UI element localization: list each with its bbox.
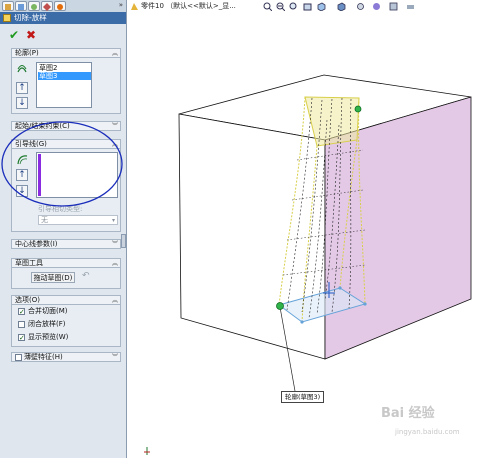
collapse-icon: ︽ [111,260,118,267]
expand-icon: ︾ [111,241,118,248]
dimxpert-tab[interactable] [41,1,53,11]
sketch-tools-body: 拖动草图(D) ↶ [11,268,121,289]
show-preview-checkbox[interactable]: ✓ [18,334,25,342]
feature-title-bar: 切除-放样 [0,12,126,24]
profiles-list[interactable]: 草图2 草图3 [36,62,92,108]
profiles-section-title: 轮廓(P) [15,49,39,57]
profile-corner-point [363,302,367,306]
watermark-url: jingyan.baidu.com [395,428,460,436]
profiles-section-body: ↑ ↓ 草图2 草图3 [11,58,121,114]
profile-corner-point [300,320,304,324]
cut-loft-icon [3,14,11,22]
move-down-button[interactable]: ↓ [16,97,28,109]
dimxpert-icon [43,3,51,11]
move-up-button[interactable]: ↑ [16,82,28,94]
feature-manager-tab[interactable] [2,1,14,11]
chevron-down-icon: ▾ [111,217,115,224]
collapse-icon: ︽ [111,297,118,304]
thin-feature-checkbox[interactable] [15,354,22,361]
feature-title: 切除-放样 [14,13,47,22]
show-preview-label: 显示预览(W) [28,333,69,341]
thin-feature-title: 薄壁特征(H) [24,353,63,361]
options-title: 选项(O) [15,296,40,304]
ok-button[interactable]: ✔ [9,28,19,42]
profiles-section-header[interactable]: 轮廓(P) ︽ [11,48,121,58]
options-header[interactable]: 选项(O) ︽ [11,295,121,305]
property-manager-icon [18,4,24,10]
panel-splitter[interactable] [121,234,126,248]
configuration-manager-tab[interactable] [28,1,40,11]
property-manager-panel: » 切除-放样 ✔ ✖ 轮廓(P) ︽ ↑ ↓ 草图2 草图3 起始/结束约束(… [0,0,127,458]
profile-point-top [354,105,362,113]
property-manager-tab[interactable] [15,1,27,11]
profile-item-selected[interactable]: 草图3 [38,72,91,80]
profile-point-bottom [276,302,284,310]
centerline-parameters-header[interactable]: 中心线参数(I) ︾ [11,239,121,249]
centerline-parameters-title: 中心线参数(I) [15,240,58,248]
guide-tangency-type-value: 无 [41,216,48,224]
close-loft-label: 闭合放样(F) [28,320,66,328]
close-loft-checkbox[interactable] [18,321,25,328]
drag-sketch-button[interactable]: 拖动草图(D) [31,272,75,283]
thin-feature-header[interactable]: 薄壁特征(H) ︾ [11,352,121,362]
feature-manager-icon [5,4,11,10]
panel-tabs-more[interactable]: » [119,1,123,9]
guide-tangency-type-select[interactable]: 无 ▾ [38,215,118,225]
undo-icon[interactable]: ↶ [82,271,90,281]
profile-corner-point [338,286,342,290]
graphics-area[interactable]: 零件10 （默认<<默认>_显... 轮廓(草图3) Bai 经验 jingya… [127,0,500,458]
cancel-button[interactable]: ✖ [26,28,36,42]
collapse-icon: ︽ [111,50,118,57]
options-body: ✓ 合并切面(M) 闭合放样(F) ✓ 显示预览(W) [11,305,121,347]
display-manager-tab[interactable] [54,1,66,11]
model-scene [178,74,472,392]
profile-select-icon [17,65,27,73]
merge-result-checkbox[interactable]: ✓ [18,308,25,316]
watermark: Bai 经验 [381,406,435,421]
merge-result-label: 合并切面(M) [28,307,68,315]
display-manager-icon [57,4,63,10]
annotation-circle [1,121,123,207]
action-row: ✔ ✖ [0,26,126,44]
sketch-tools-header[interactable]: 草图工具 ︽ [11,258,121,268]
expand-icon: ︾ [111,354,118,361]
configuration-manager-icon [31,4,37,10]
profile-callout[interactable]: 轮廓(草图3) [281,391,325,403]
origin-icon [144,447,150,455]
profile-item[interactable]: 草图2 [39,64,57,72]
sketch-tools-title: 草图工具 [15,259,43,267]
